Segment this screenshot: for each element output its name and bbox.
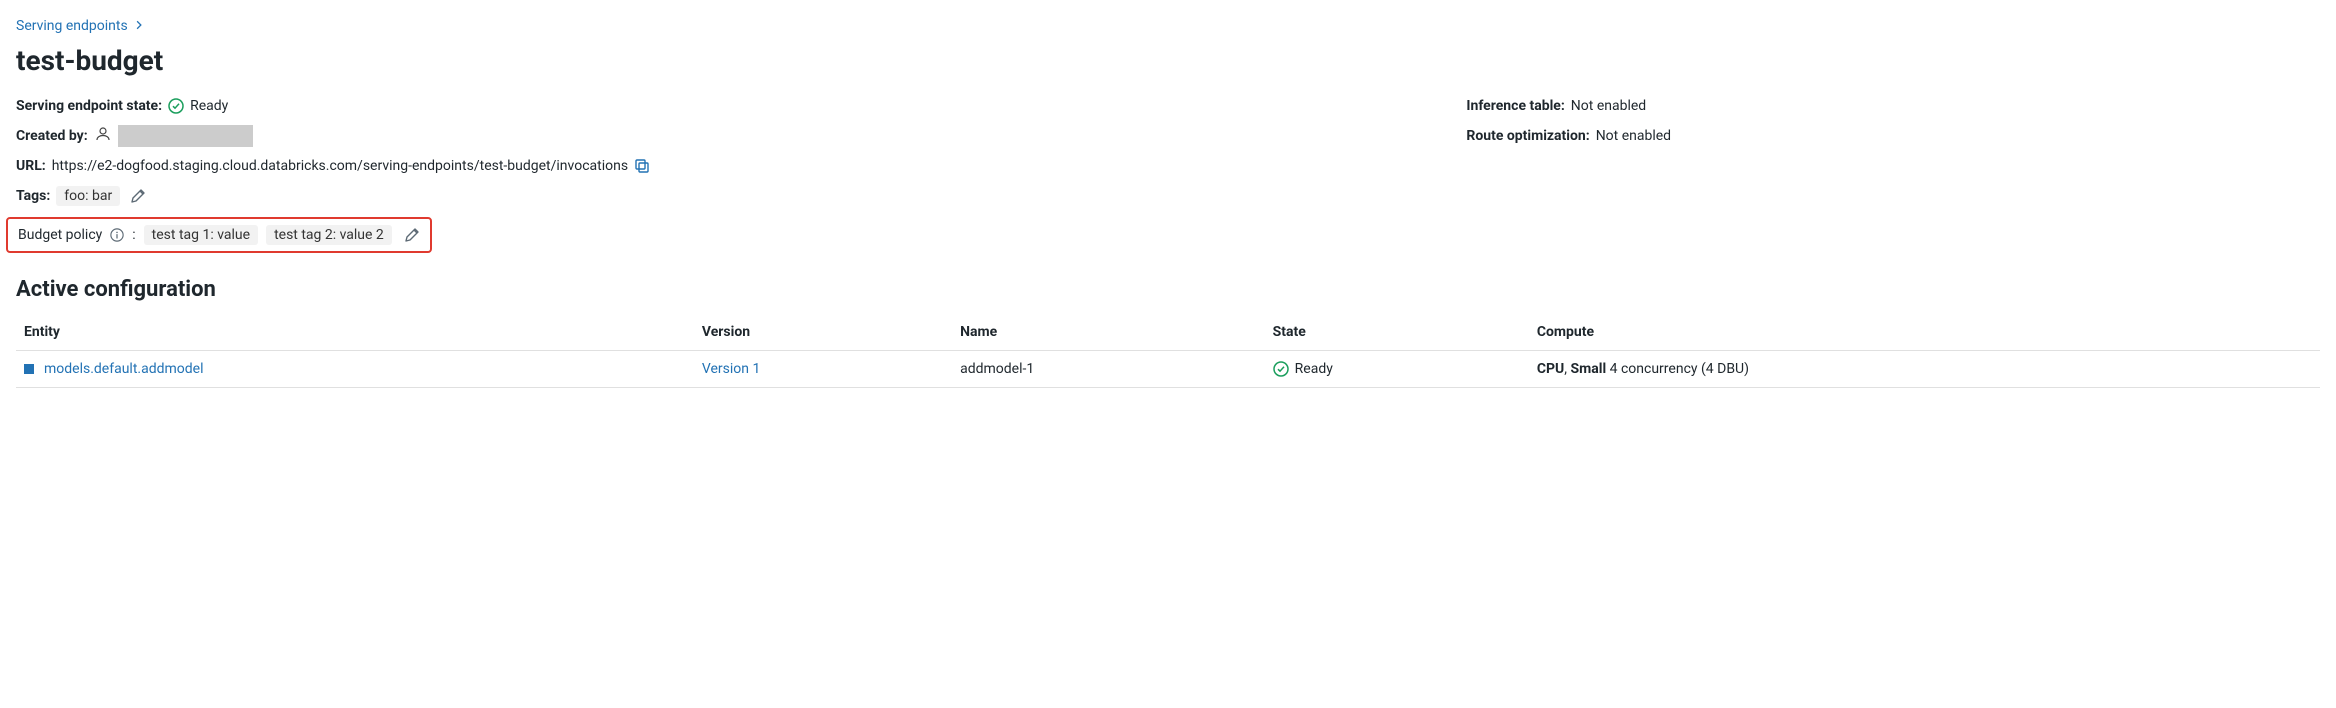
inference-table-row: Inference table: Not enabled (1466, 91, 2336, 121)
table-header-row: Entity Version Name State Compute (16, 314, 2320, 351)
chevron-right-icon (134, 19, 144, 33)
page-title: test-budget (16, 44, 2320, 77)
state-label: Serving endpoint state: (16, 98, 162, 114)
route-optimization-row: Route optimization: Not enabled (1466, 121, 2336, 151)
breadcrumb-link-serving-endpoints[interactable]: Serving endpoints (16, 18, 128, 34)
route-optimization-value: Not enabled (1596, 128, 1671, 144)
col-state: State (1265, 314, 1529, 351)
copy-icon[interactable] (634, 158, 650, 174)
compute-rest: 4 concurrency (4 DBU) (1606, 361, 1749, 377)
pencil-icon[interactable] (130, 188, 146, 204)
created-by-label: Created by: (16, 128, 88, 144)
check-circle-icon (168, 98, 184, 114)
col-entity: Entity (16, 314, 694, 351)
version-link[interactable]: Version 1 (702, 361, 760, 377)
budget-policy-colon: : (132, 227, 135, 243)
tags-row: Tags: foo: bar (16, 181, 1398, 211)
compute-size: Small (1571, 361, 1607, 377)
entity-square-icon (24, 364, 34, 374)
serving-endpoint-state-row: Serving endpoint state: Ready (16, 91, 1398, 121)
col-version: Version (694, 314, 952, 351)
table-row: models.default.addmodel Version 1 addmod… (16, 351, 2320, 388)
url-row: URL: https://e2-dogfood.staging.cloud.da… (16, 151, 1398, 181)
compute-cpu: CPU (1537, 361, 1564, 377)
created-by-row: Created by: (16, 121, 1398, 151)
budget-policy-label: Budget policy (18, 227, 102, 243)
url-value: https://e2-dogfood.staging.cloud.databri… (52, 158, 628, 174)
budget-policy-row: Budget policy : test tag 1: value test t… (6, 217, 432, 253)
info-icon[interactable] (110, 228, 124, 242)
url-label: URL: (16, 158, 46, 174)
created-by-value-redacted (118, 125, 253, 147)
col-name: Name (952, 314, 1265, 351)
active-configuration-table: Entity Version Name State Compute models… (16, 314, 2320, 388)
compute-cell: CPU, Small 4 concurrency (4 DBU) (1529, 351, 2320, 388)
row-state-value: Ready (1295, 361, 1333, 377)
route-optimization-label: Route optimization: (1466, 128, 1589, 144)
entity-link[interactable]: models.default.addmodel (44, 361, 204, 377)
person-icon (94, 125, 112, 147)
state-value: Ready (190, 98, 228, 114)
col-compute: Compute (1529, 314, 2320, 351)
inference-table-label: Inference table: (1466, 98, 1564, 114)
breadcrumb: Serving endpoints (16, 18, 2320, 34)
pencil-icon[interactable] (404, 227, 420, 243)
check-circle-icon (1273, 361, 1289, 377)
budget-tag-chip: test tag 2: value 2 (266, 225, 392, 245)
inference-table-value: Not enabled (1571, 98, 1646, 114)
name-cell: addmodel-1 (952, 351, 1265, 388)
tags-label: Tags: (16, 188, 50, 204)
tag-chip: foo: bar (56, 186, 120, 206)
budget-tag-chip: test tag 1: value (144, 225, 258, 245)
active-configuration-heading: Active configuration (16, 277, 2320, 302)
